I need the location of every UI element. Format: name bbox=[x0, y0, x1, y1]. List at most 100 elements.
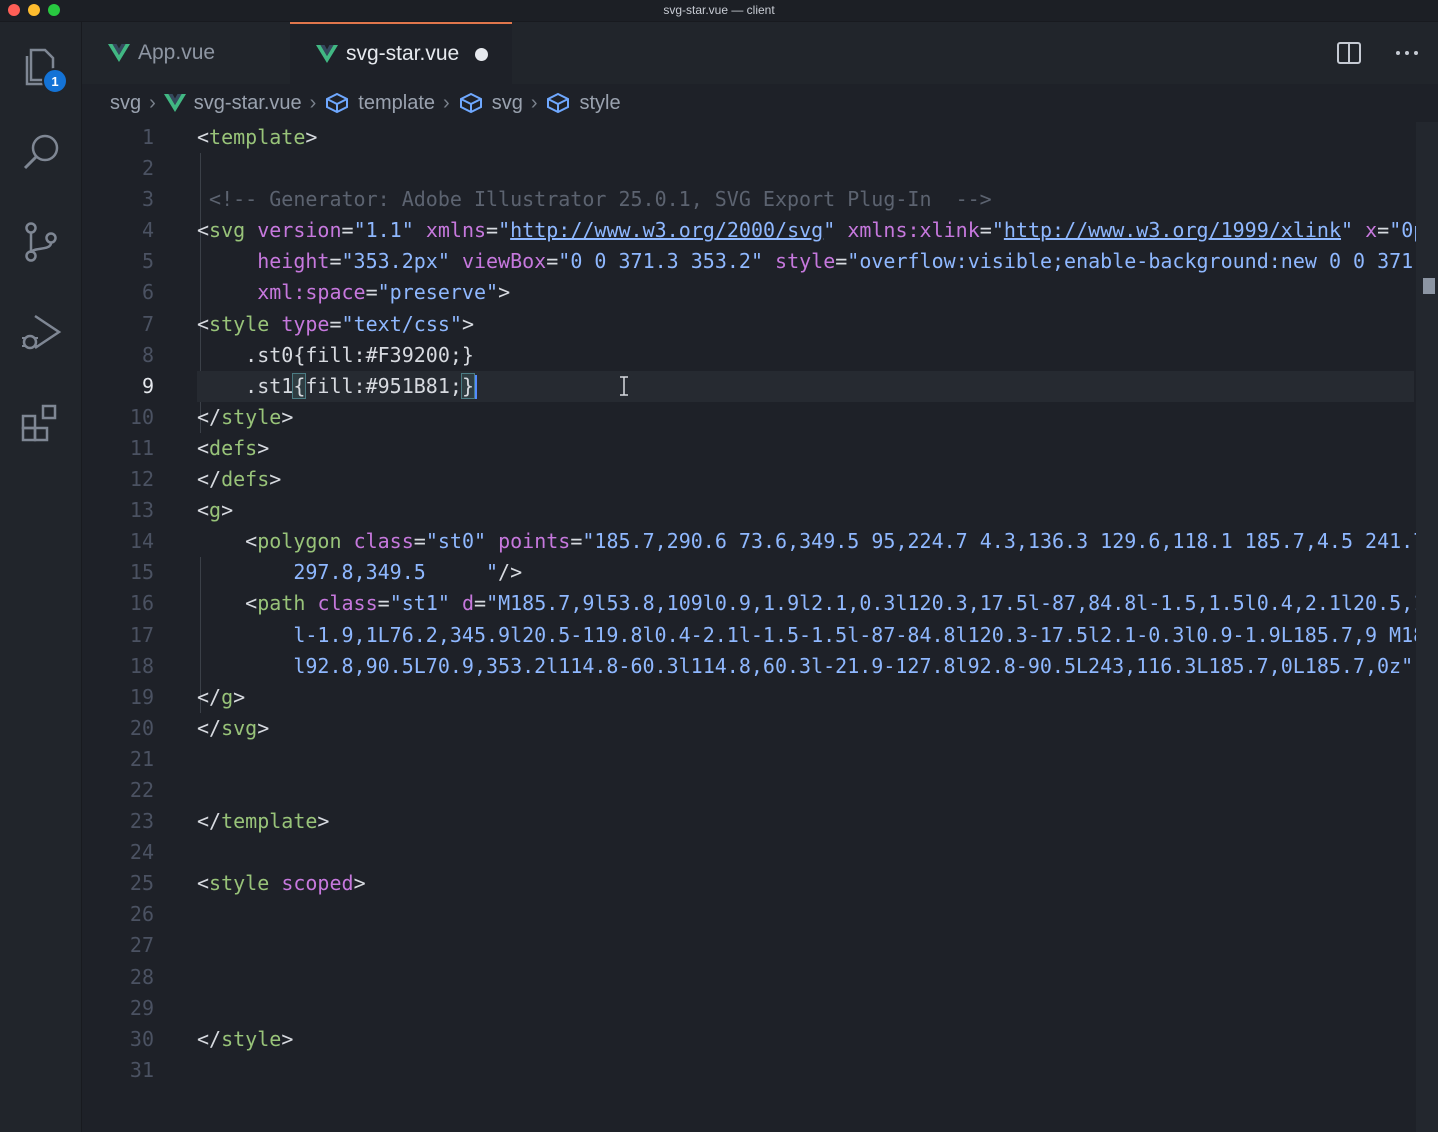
vertical-scrollbar[interactable] bbox=[1416, 122, 1438, 1132]
line-number[interactable]: 31 bbox=[82, 1055, 168, 1086]
code-line[interactable]: <style type="text/css"> bbox=[197, 309, 1414, 340]
line-number[interactable]: 15 bbox=[82, 557, 168, 588]
more-actions-icon[interactable] bbox=[1392, 38, 1422, 68]
breadcrumb-symbol-template[interactable]: template bbox=[324, 92, 435, 115]
line-number[interactable]: 17 bbox=[82, 620, 168, 651]
line-number[interactable]: 5 bbox=[82, 246, 168, 277]
code-line[interactable]: <defs> bbox=[197, 433, 1414, 464]
line-number[interactable]: 14 bbox=[82, 526, 168, 557]
code-line[interactable] bbox=[197, 993, 1414, 1024]
line-number[interactable]: 16 bbox=[82, 588, 168, 619]
line-number[interactable]: 2 bbox=[82, 153, 168, 184]
explorer-button[interactable]: 1 bbox=[0, 24, 82, 104]
code-line[interactable]: <template> bbox=[197, 122, 1414, 153]
breadcrumb: svg › svg-star.vue › template › svg › st… bbox=[82, 84, 1438, 122]
code-line[interactable]: <!-- Generator: Adobe Illustrator 25.0.1… bbox=[197, 184, 1414, 215]
activity-bar: 1 bbox=[0, 22, 82, 1132]
search-icon bbox=[23, 134, 59, 170]
split-editor-icon[interactable] bbox=[1334, 38, 1364, 68]
code-line[interactable] bbox=[197, 775, 1414, 806]
code-line[interactable]: </g> bbox=[197, 682, 1414, 713]
code-line[interactable]: <polygon class="st0" points="185.7,290.6… bbox=[197, 526, 1438, 557]
chevron-right-icon: › bbox=[443, 91, 450, 114]
code-line[interactable] bbox=[197, 837, 1414, 868]
line-number[interactable]: 23 bbox=[82, 806, 168, 837]
symbol-structure-icon bbox=[459, 92, 482, 114]
tab-label: App.vue bbox=[138, 41, 216, 64]
line-number[interactable]: 25 bbox=[82, 868, 168, 899]
code-line[interactable]: .st0{fill:#F39200;} bbox=[197, 340, 1414, 371]
line-number-gutter[interactable]: 1 2 3 4 5 6 7 8 9 10 11 12 13 14 15 16 17 18 19 20 21 22 23 24 2… bbox=[82, 122, 168, 1086]
search-button[interactable] bbox=[0, 112, 82, 192]
unsaved-indicator-icon[interactable] bbox=[475, 47, 489, 61]
chevron-right-icon: › bbox=[530, 91, 538, 114]
symbol-structure-icon bbox=[547, 92, 570, 114]
code-line[interactable]: .st1{fill:#951B81;} bbox=[197, 370, 1414, 402]
code-line[interactable] bbox=[197, 962, 1414, 993]
line-number[interactable]: 6 bbox=[82, 277, 168, 308]
line-number[interactable]: 26 bbox=[82, 899, 168, 930]
vue-file-icon bbox=[108, 44, 130, 62]
text-cursor-icon bbox=[620, 376, 628, 396]
code-line[interactable]: </defs> bbox=[197, 464, 1414, 495]
code-line[interactable]: 297.8,349.5 "/> bbox=[197, 557, 1414, 588]
line-number[interactable]: 4 bbox=[82, 215, 168, 246]
line-number[interactable]: 27 bbox=[82, 930, 168, 961]
breadcrumb-folder[interactable]: svg bbox=[110, 92, 141, 115]
chevron-right-icon: › bbox=[149, 91, 156, 114]
title-bar: svg-star.vue — client bbox=[0, 0, 1438, 22]
code-line[interactable]: l-1.9,1L76.2,345.9l20.5-119.8l0.4-2.1l-1… bbox=[197, 620, 1438, 651]
tab-svg-star-vue[interactable]: svg-star.vue bbox=[290, 22, 512, 84]
code-line[interactable]: <path class="st1" d="M185.7,9l53.8,109l0… bbox=[197, 588, 1438, 619]
breadcrumb-file[interactable]: svg-star.vue bbox=[163, 92, 302, 115]
line-number[interactable]: 20 bbox=[82, 713, 168, 744]
line-number[interactable]: 28 bbox=[82, 962, 168, 993]
chevron-right-icon: › bbox=[309, 91, 317, 114]
code-line[interactable]: <style scoped> bbox=[197, 868, 1414, 899]
line-number[interactable]: 13 bbox=[82, 495, 168, 526]
code-line[interactable]: height="353.2px" viewBox="0 0 371.3 353.… bbox=[197, 246, 1437, 277]
line-number[interactable]: 19 bbox=[82, 682, 168, 713]
code-area[interactable]: <template> <!-- Generator: Adobe Illustr… bbox=[197, 122, 1438, 1086]
tab-bar: App.vue svg-star.vue bbox=[82, 22, 1438, 84]
line-number[interactable]: 18 bbox=[82, 651, 168, 682]
code-line[interactable]: </style> bbox=[197, 1024, 1414, 1055]
code-editor[interactable]: 1 2 3 4 5 6 7 8 9 10 11 12 13 14 15 16 17 18 19 20 21 22 23 24 2… bbox=[82, 122, 1438, 1132]
vue-file-icon bbox=[316, 45, 338, 63]
symbol-structure-icon bbox=[326, 92, 349, 114]
code-line[interactable]: xml:space="preserve"> bbox=[197, 277, 1414, 308]
line-number[interactable]: 1 bbox=[82, 122, 168, 153]
editor-actions bbox=[1334, 38, 1422, 68]
line-number[interactable]: 9 bbox=[82, 371, 168, 402]
line-number[interactable]: 11 bbox=[82, 433, 168, 464]
line-number[interactable]: 24 bbox=[82, 837, 168, 868]
code-line[interactable]: <svg version="1.1" xmlns="http://www.w3.… bbox=[197, 215, 1438, 246]
code-line[interactable] bbox=[197, 899, 1414, 930]
breadcrumb-symbol-svg[interactable]: svg bbox=[458, 92, 523, 115]
breadcrumb-symbol-style[interactable]: style bbox=[545, 92, 621, 115]
code-line[interactable]: </svg> bbox=[197, 713, 1414, 744]
vue-file-icon bbox=[163, 94, 186, 112]
source-control-button[interactable] bbox=[0, 202, 82, 282]
code-line[interactable]: </style> bbox=[197, 402, 1414, 433]
code-line[interactable] bbox=[197, 744, 1414, 775]
line-number[interactable]: 21 bbox=[82, 744, 168, 775]
scrollbar-thumb[interactable] bbox=[1423, 278, 1435, 294]
code-line[interactable]: </template> bbox=[197, 806, 1414, 837]
tab-app-vue[interactable]: App.vue bbox=[82, 22, 290, 84]
code-line[interactable] bbox=[197, 153, 1414, 184]
line-number[interactable]: 7 bbox=[82, 309, 168, 340]
line-number[interactable]: 22 bbox=[82, 775, 168, 806]
code-line[interactable] bbox=[197, 930, 1414, 961]
run-debug-button[interactable] bbox=[0, 292, 82, 372]
code-line[interactable] bbox=[197, 1055, 1414, 1086]
line-number[interactable]: 12 bbox=[82, 464, 168, 495]
code-line[interactable]: l92.8,90.5L70.9,353.2l114.8-60.3l114.8,6… bbox=[197, 651, 1414, 682]
line-number[interactable]: 3 bbox=[82, 184, 168, 215]
extensions-button[interactable] bbox=[0, 382, 82, 462]
code-line[interactable]: <g> bbox=[197, 495, 1414, 526]
line-number[interactable]: 30 bbox=[82, 1024, 168, 1055]
line-number[interactable]: 8 bbox=[82, 340, 168, 371]
line-number[interactable]: 10 bbox=[82, 402, 168, 433]
line-number[interactable]: 29 bbox=[82, 993, 168, 1024]
